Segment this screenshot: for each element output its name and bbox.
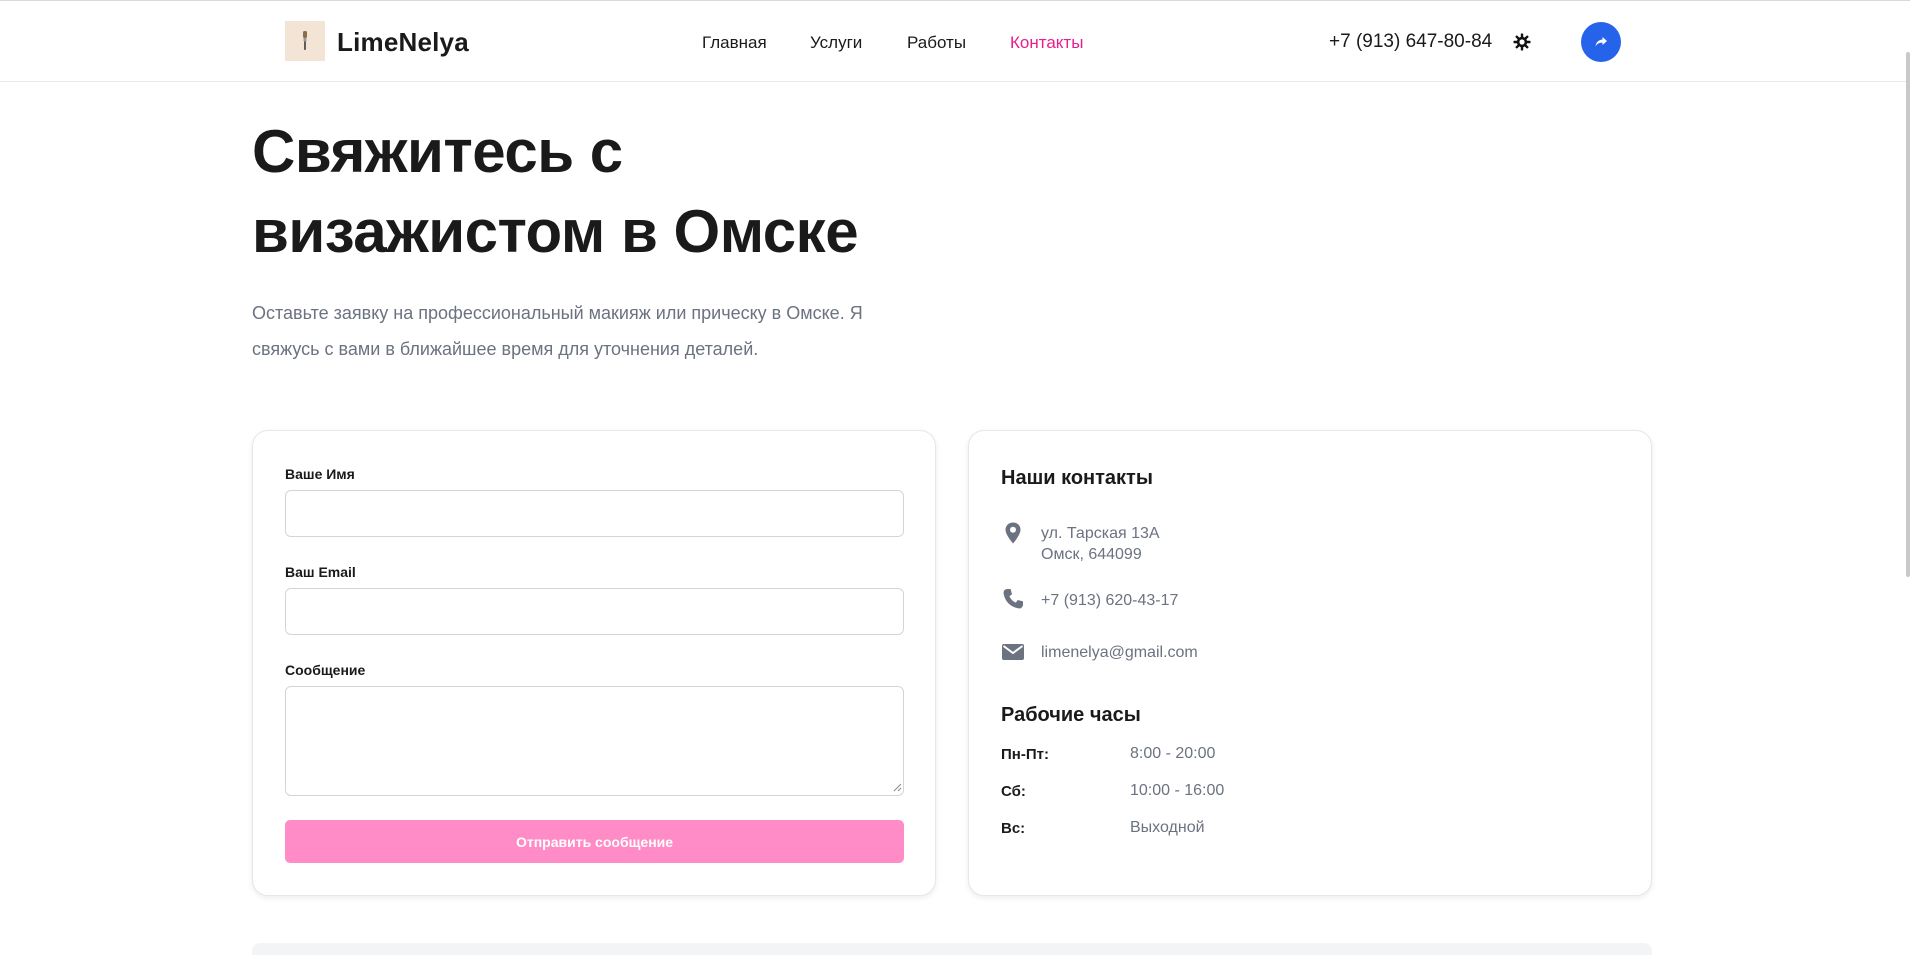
submit-button[interactable]: Отправить сообщение <box>285 820 904 863</box>
share-button[interactable] <box>1581 22 1621 62</box>
resize-grip-icon[interactable] <box>893 783 902 792</box>
name-label: Ваше Имя <box>285 466 355 482</box>
share-icon <box>1595 37 1607 47</box>
name-field[interactable] <box>285 490 904 537</box>
page-subtitle-line2: свяжусь с вами в ближайшее время для уто… <box>252 339 759 359</box>
page-subtitle: Оставьте заявку на профессиональный маки… <box>252 295 892 367</box>
hours-time-saturday: 10:00 - 16:00 <box>1130 782 1225 799</box>
email-field[interactable] <box>285 588 904 635</box>
email-label: Ваш Email <box>285 564 356 580</box>
address-line2: Омск, 644099 <box>1041 546 1142 563</box>
gear-icon[interactable] <box>1512 32 1532 52</box>
hours-heading: Рабочие часы <box>1001 704 1141 726</box>
page-subtitle-line1: Оставьте заявку на профессиональный маки… <box>252 303 863 323</box>
contact-form-card: Ваше Имя Ваш Email Сообщение Отправить с… <box>252 430 936 896</box>
page-title: Свяжитесь с визажистом в Омске <box>252 112 952 272</box>
nav-item-services[interactable]: Услуги <box>810 33 862 53</box>
page-title-line1: Свяжитесь с <box>252 118 623 185</box>
contact-email[interactable]: limenelya@gmail.com <box>1041 642 1198 663</box>
nav-item-home[interactable]: Главная <box>702 33 767 53</box>
message-label: Сообщение <box>285 662 366 678</box>
hours-time-sunday: Выходной <box>1130 819 1205 836</box>
site-header: LimeNelya Главная Услуги Работы Контакты… <box>0 1 1910 82</box>
hours-day-weekdays: Пн-Пт: <box>1001 746 1049 763</box>
hours-time-weekdays: 8:00 - 20:00 <box>1130 745 1216 762</box>
nav-item-contacts[interactable]: Контакты <box>1010 33 1083 53</box>
page-scrollbar[interactable] <box>1906 52 1910 577</box>
logo[interactable] <box>285 21 325 61</box>
envelope-icon <box>1002 644 1024 660</box>
header-phone[interactable]: +7 (913) 647-80-84 <box>1329 31 1492 53</box>
next-section-edge <box>252 943 1652 955</box>
map-pin-icon <box>1005 522 1021 544</box>
hours-day-saturday: Сб: <box>1001 783 1026 800</box>
address-line1: ул. Тарская 13А <box>1041 525 1160 542</box>
contacts-heading: Наши контакты <box>1001 467 1153 489</box>
contacts-card: Наши контакты ул. Тарская 13А Омск, 6440… <box>968 430 1652 896</box>
brand-name[interactable]: LimeNelya <box>337 27 469 58</box>
phone-icon <box>1003 589 1023 609</box>
contact-address[interactable]: ул. Тарская 13А Омск, 644099 <box>1041 523 1160 565</box>
hours-day-sunday: Вс: <box>1001 820 1026 837</box>
contact-phone[interactable]: +7 (913) 620-43-17 <box>1041 590 1178 611</box>
page-title-line2: визажистом в Омске <box>252 198 859 265</box>
makeup-brush-icon <box>303 31 307 50</box>
message-field[interactable] <box>285 686 904 796</box>
nav-item-works[interactable]: Работы <box>907 33 966 53</box>
